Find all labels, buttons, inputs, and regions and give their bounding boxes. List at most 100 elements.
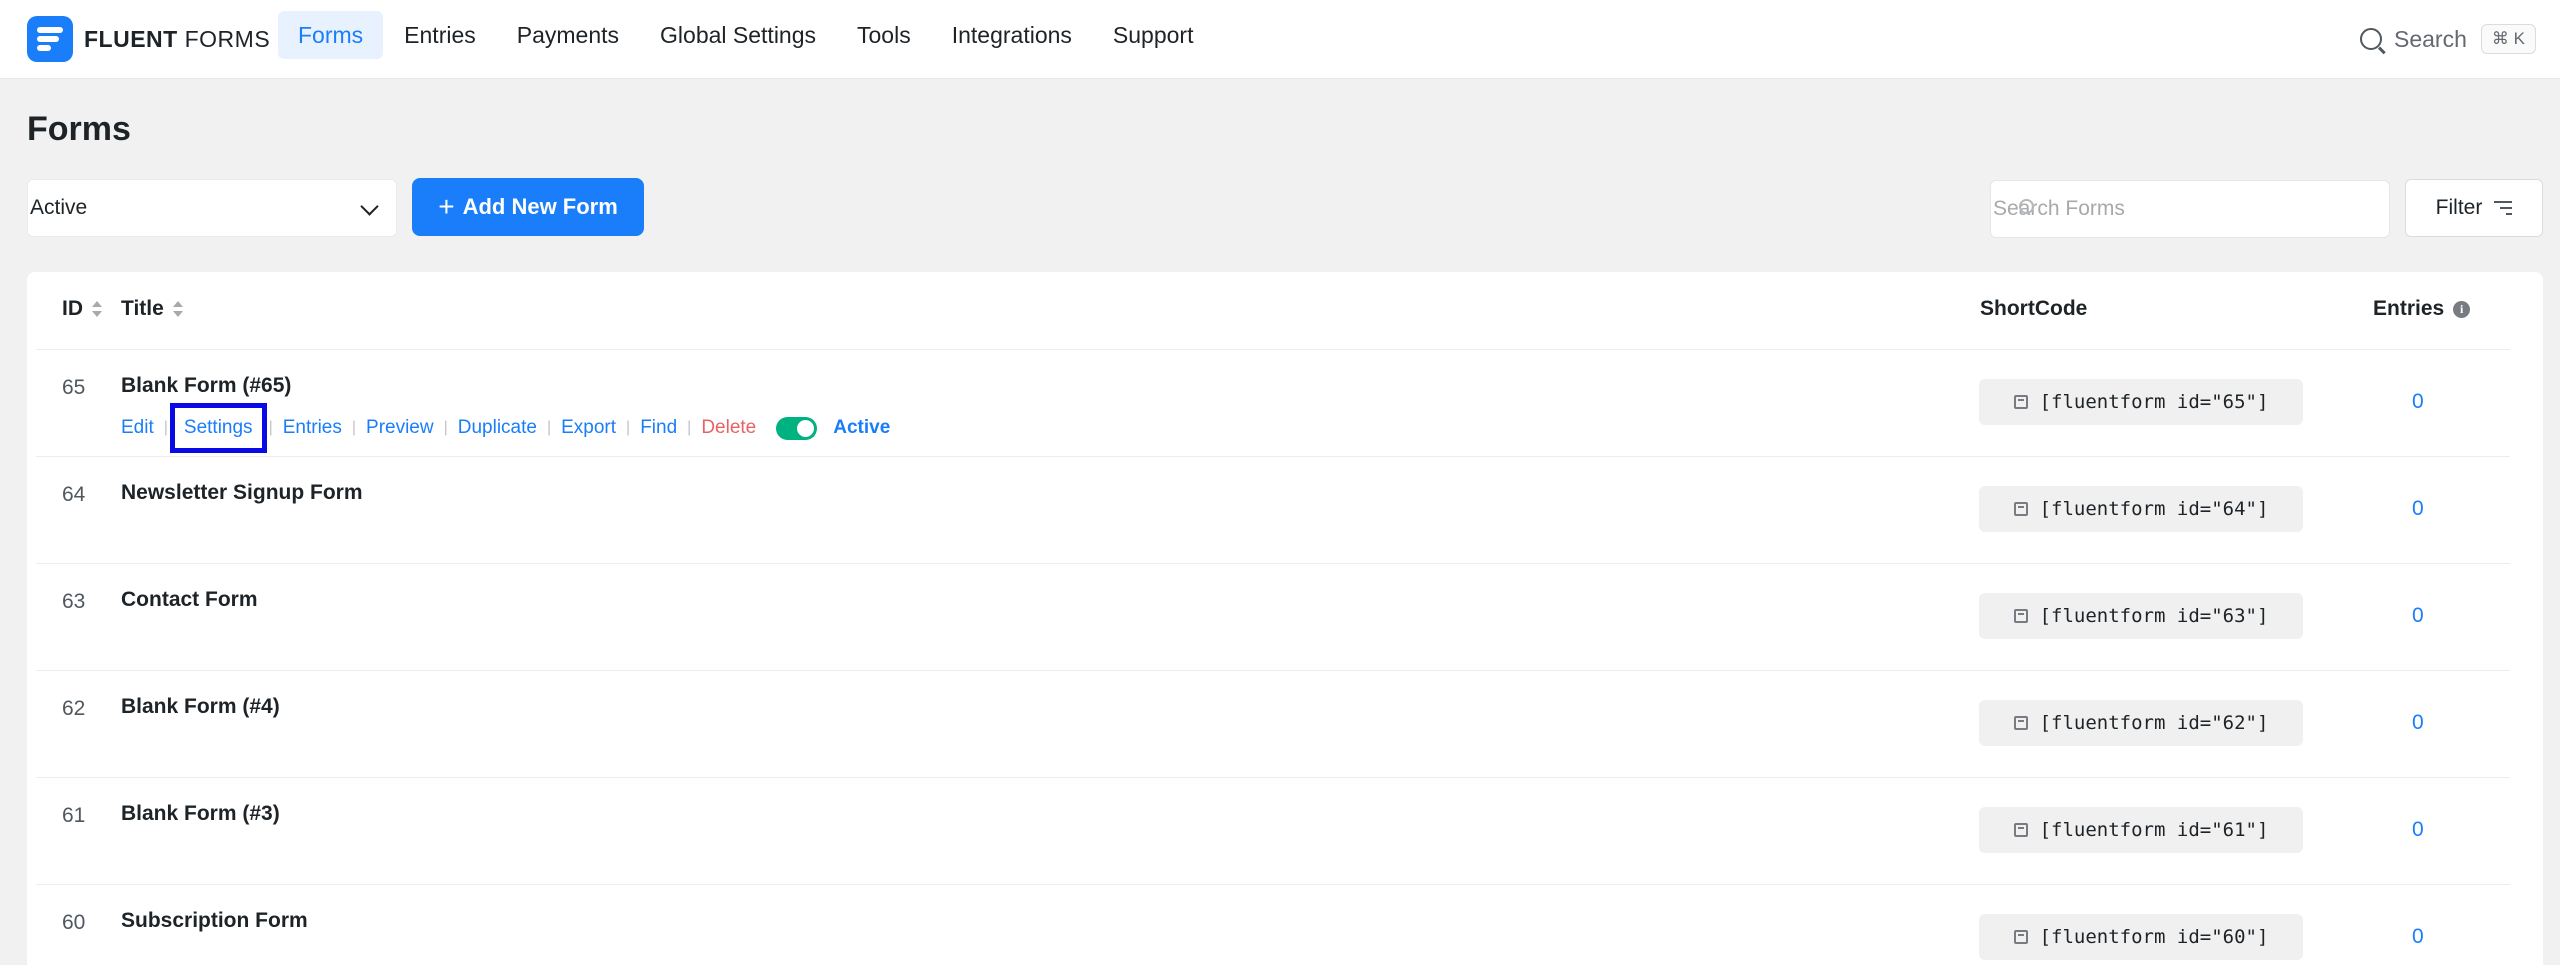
shortcode-text: [fluentform id="61"] (2039, 819, 2269, 841)
form-title[interactable]: Contact Form (121, 588, 258, 612)
nav-item-global-settings[interactable]: Global Settings (640, 11, 836, 59)
form-id: 61 (62, 804, 86, 827)
shortcode-copy-button[interactable]: [fluentform id="61"] (1979, 807, 2303, 853)
form-id: 65 (62, 376, 86, 399)
shortcode-text: [fluentform id="63"] (2039, 605, 2269, 627)
main-nav: Forms Entries Payments Global Settings T… (278, 11, 1214, 59)
table-row: 63 Contact Form [fluentform id="63"] 0 (36, 563, 2510, 670)
global-search-button[interactable]: Search ⌘ K (2360, 18, 2536, 60)
column-header-id-label: ID (62, 297, 83, 320)
sort-icon[interactable] (92, 300, 102, 318)
entries-count-link[interactable]: 0 (2412, 604, 2424, 628)
delete-link[interactable]: Delete (701, 417, 756, 439)
shortcode-text: [fluentform id="60"] (2039, 926, 2269, 948)
settings-link[interactable]: Settings (169, 403, 267, 453)
separator: | (351, 419, 357, 436)
form-id: 60 (62, 911, 86, 934)
form-title[interactable]: Blank Form (#4) (121, 695, 280, 719)
separator: | (268, 419, 273, 436)
global-search-label: Search (2394, 25, 2467, 52)
shortcode-copy-button[interactable]: [fluentform id="65"] (1979, 379, 2303, 425)
separator: | (687, 419, 692, 436)
filter-label: Filter (2435, 196, 2483, 219)
add-new-form-button[interactable]: + Add New Form (412, 178, 644, 236)
table-row: 65 Blank Form (#65) Edit | Settings | En… (36, 349, 2510, 456)
status-filter-value: Active (30, 196, 88, 219)
duplicate-link[interactable]: Duplicate (458, 417, 537, 439)
separator: | (443, 419, 448, 436)
add-new-form-label: Add New Form (462, 194, 618, 219)
separator: | (163, 419, 168, 436)
sort-icon[interactable] (172, 300, 183, 318)
column-header-title[interactable]: Title (121, 297, 183, 321)
entries-count-link[interactable]: 0 (2412, 925, 2424, 949)
form-id: 62 (62, 697, 86, 720)
separator: | (546, 419, 552, 436)
form-id: 63 (62, 590, 86, 613)
separator: | (626, 419, 631, 436)
shortcode-text: [fluentform id="62"] (2039, 712, 2269, 734)
fluent-forms-logo-icon (27, 16, 73, 62)
form-title[interactable]: Newsletter Signup Form (121, 481, 363, 505)
status-filter-select[interactable]: Active (27, 179, 397, 237)
form-title[interactable]: Blank Form (#65) (121, 374, 291, 398)
nav-item-tools[interactable]: Tools (837, 11, 931, 59)
filter-button[interactable]: Filter (2405, 179, 2543, 237)
form-id: 64 (62, 483, 86, 506)
search-forms-placeholder: Search Forms (1993, 197, 2125, 220)
table-row: 64 Newsletter Signup Form [fluentform id… (36, 456, 2510, 563)
copy-icon (2013, 716, 2028, 730)
form-status-toggle[interactable] (776, 416, 818, 440)
table-row: 60 Subscription Form [fluentform id="60"… (36, 884, 2510, 965)
column-header-title-label: Title (121, 297, 164, 320)
preview-link[interactable]: Preview (366, 417, 434, 439)
page-title: Forms (27, 110, 131, 148)
copy-icon (2013, 395, 2028, 409)
shortcode-copy-button[interactable]: [fluentform id="60"] (1979, 914, 2303, 960)
copy-icon (2013, 823, 2028, 837)
column-header-entries: Entries i (2373, 297, 2471, 321)
top-nav-bar: FLUENT FORMS Forms Entries Payments Glob… (0, 0, 2560, 79)
find-link[interactable]: Find (640, 417, 677, 439)
column-header-entries-label: Entries (2373, 297, 2445, 320)
shortcode-copy-button[interactable]: [fluentform id="62"] (1979, 700, 2303, 746)
info-icon[interactable]: i (2453, 300, 2471, 318)
export-link[interactable]: Export (561, 417, 616, 439)
table-row: 62 Blank Form (#4) [fluentform id="62"] … (36, 670, 2510, 777)
shortcode-copy-button[interactable]: [fluentform id="63"] (1979, 593, 2303, 639)
search-shortcut-badge: ⌘ K (2480, 24, 2536, 54)
nav-item-forms[interactable]: Forms (278, 11, 384, 59)
chevron-down-icon (360, 197, 379, 216)
edit-link[interactable]: Edit (121, 417, 154, 439)
copy-icon (2013, 502, 2028, 516)
form-status-label: Active (833, 417, 891, 438)
entries-count-link[interactable]: 0 (2412, 818, 2424, 842)
entries-count-link[interactable]: 0 (2412, 497, 2424, 521)
column-header-shortcode-label: ShortCode (1980, 297, 2088, 320)
copy-icon (2013, 609, 2028, 623)
search-icon (2019, 199, 2034, 214)
logo-text: FLUENT FORMS (84, 25, 271, 52)
fluent-forms-logo[interactable]: FLUENT FORMS (27, 16, 270, 62)
form-title[interactable]: Subscription Form (121, 909, 308, 933)
column-header-shortcode: ShortCode (1980, 297, 2087, 321)
shortcode-text: [fluentform id="64"] (2039, 498, 2269, 520)
column-header-id[interactable]: ID (62, 297, 102, 321)
shortcode-copy-button[interactable]: [fluentform id="64"] (1979, 486, 2303, 532)
nav-item-payments[interactable]: Payments (497, 11, 639, 59)
row-actions: Edit | Settings | Entries | Preview | Du… (121, 403, 891, 453)
nav-item-support[interactable]: Support (1093, 11, 1214, 59)
search-icon (2360, 28, 2382, 50)
nav-item-integrations[interactable]: Integrations (932, 11, 1092, 59)
filter-icon (2494, 201, 2513, 215)
form-title[interactable]: Blank Form (#3) (121, 802, 280, 826)
entries-count-link[interactable]: 0 (2412, 711, 2424, 735)
entries-count-link[interactable]: 0 (2412, 390, 2424, 414)
nav-item-entries[interactable]: Entries (384, 11, 496, 59)
shortcode-text: [fluentform id="65"] (2039, 391, 2269, 413)
plus-icon: + (438, 191, 455, 222)
table-row: 61 Blank Form (#3) [fluentform id="61"] … (36, 777, 2510, 884)
copy-icon (2013, 930, 2028, 944)
search-forms-input[interactable]: Search Forms (1990, 180, 2390, 238)
entries-link[interactable]: Entries (283, 417, 342, 439)
